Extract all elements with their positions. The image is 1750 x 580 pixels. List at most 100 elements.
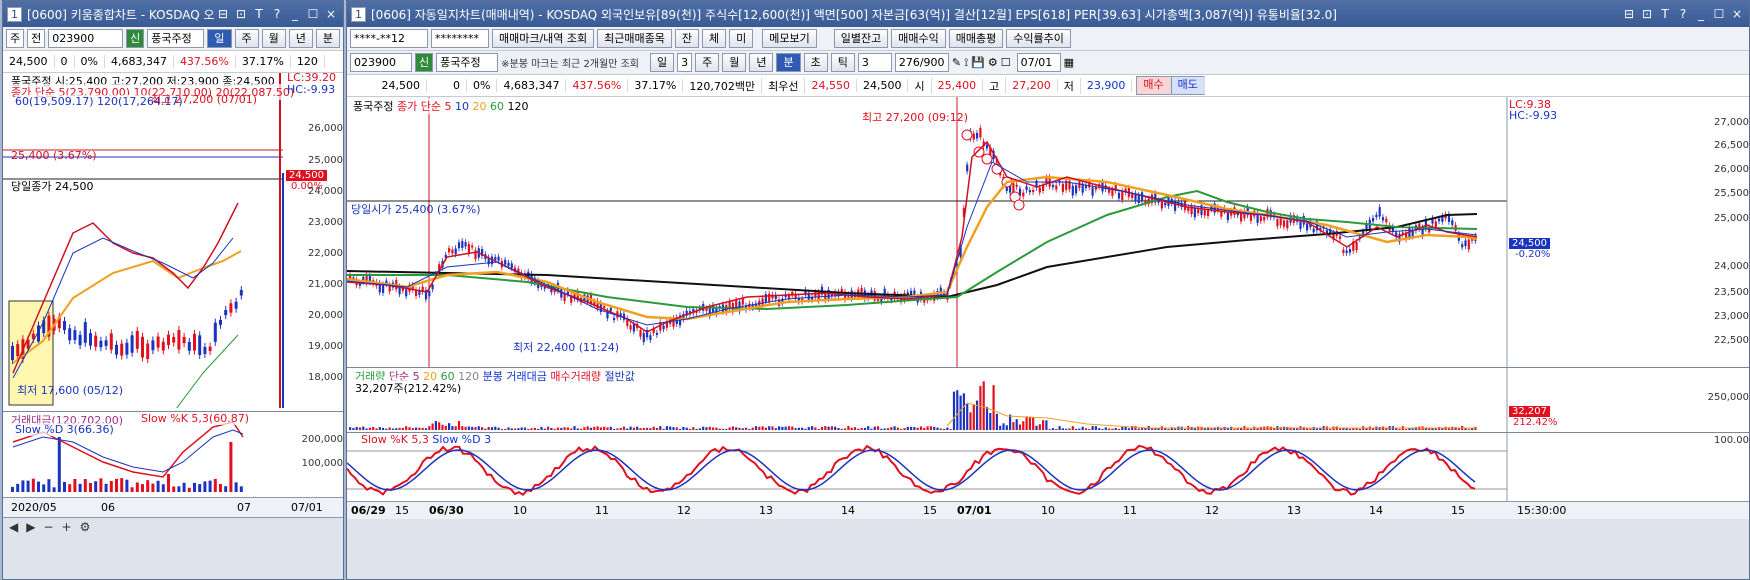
volume-bar <box>850 427 853 430</box>
legend-stock-name: 풍국주정 <box>353 100 394 113</box>
layout-icon[interactable]: ⊟ <box>215 7 231 21</box>
close-icon[interactable]: × <box>1729 7 1745 21</box>
volume-bar <box>853 427 857 430</box>
candle <box>966 161 969 175</box>
unfilled-button[interactable]: 미 <box>729 29 754 48</box>
buy-button[interactable]: 매수 <box>1136 76 1171 95</box>
left-volume-chart[interactable]: 거래대금(120,702,00) Slow %K 5,3(60.87) Slow… <box>3 412 343 497</box>
tool-icons[interactable]: ✎⟟💾⚙☐ <box>952 56 1014 70</box>
settings-icon[interactable]: ⚙ <box>80 520 91 534</box>
volume-bar <box>962 393 965 430</box>
trade-marker[interactable] <box>961 129 973 141</box>
restore-icon[interactable]: ⊡ <box>1639 7 1655 21</box>
volume-bar <box>1065 428 1068 430</box>
right-tf-month-button[interactable]: 월 <box>722 53 747 72</box>
minimize-icon[interactable]: _ <box>1693 7 1709 21</box>
zoom-in-icon[interactable]: + <box>62 520 72 534</box>
filled-button[interactable]: 체 <box>702 29 727 48</box>
candle <box>1117 189 1121 202</box>
candle <box>758 297 761 313</box>
font-icon[interactable]: T <box>1657 7 1673 21</box>
recent-trades-button[interactable]: 최근매매종목 <box>597 29 672 48</box>
help-icon[interactable]: ? <box>1675 7 1691 21</box>
minimize-icon[interactable]: _ <box>287 7 303 21</box>
volume-bar <box>632 427 635 430</box>
help-icon[interactable]: ? <box>269 7 285 21</box>
volume-bar <box>494 426 497 430</box>
volume-bar <box>115 478 118 492</box>
volume-bar <box>566 427 569 430</box>
volume-bar <box>870 428 873 430</box>
right-tf-day-button[interactable]: 일 <box>649 53 675 72</box>
period-select[interactable]: 전 <box>27 29 46 48</box>
right-change-amount: 0 <box>427 79 467 92</box>
profit-trend-button[interactable]: 수익률추이 <box>1006 29 1071 48</box>
daily-balance-button[interactable]: 일별잔고 <box>833 29 889 48</box>
right-price-chart[interactable]: 풍국주정 종가 단순 5 10 20 60 120 최고 27,200 (09:… <box>347 97 1749 367</box>
trade-review-button[interactable]: 매매총평 <box>948 29 1004 48</box>
tf-day-button[interactable]: 일 <box>207 29 232 48</box>
close-icon[interactable]: × <box>323 7 339 21</box>
maximize-icon[interactable]: ☐ <box>1711 7 1727 21</box>
right-tf-tick-button[interactable]: 틱 <box>830 53 855 72</box>
trade-marker[interactable] <box>973 146 985 158</box>
volume-bar <box>553 428 556 430</box>
balance-button[interactable]: 잔 <box>674 29 700 48</box>
volume-bar <box>537 428 540 430</box>
tf-year-button[interactable]: 년 <box>288 29 313 48</box>
password-input[interactable]: ******** <box>431 29 489 48</box>
scroll-left-icon[interactable]: ◀ <box>9 520 18 534</box>
trade-mark-query-button[interactable]: 매매마크/내역 조회 <box>492 29 595 48</box>
right-tf-second-button[interactable]: 초 <box>803 53 828 72</box>
right-stock-code-input[interactable]: 023900 <box>350 53 412 72</box>
scroll-right-icon[interactable]: ▶ <box>26 520 35 534</box>
calendar-icon[interactable]: ▦ <box>1064 56 1074 69</box>
trade-profit-button[interactable]: 매매수익 <box>891 29 946 48</box>
volume-bar <box>655 427 659 430</box>
restore-icon[interactable]: ⊡ <box>233 7 249 21</box>
vol-legend-120: 120 <box>458 370 480 383</box>
market-select[interactable]: 주 <box>6 29 25 48</box>
right-stoch-chart[interactable]: Slow %K 5,3 Slow %D 3 100.00 <box>347 433 1749 501</box>
candle <box>156 332 160 352</box>
stock-code-input[interactable]: 023900 <box>48 29 124 48</box>
left-price-bar: 24,500 0 0% 4,683,347 437.56% 37.17% 120 <box>3 51 343 73</box>
minute-count-select[interactable]: 3 <box>857 53 892 72</box>
volume-bar <box>398 427 401 430</box>
font-icon[interactable]: T <box>251 7 267 21</box>
memo-button[interactable]: 메모보기 <box>762 29 817 48</box>
tf-minute-button[interactable]: 분 <box>315 29 340 48</box>
maximize-icon[interactable]: ☐ <box>305 7 321 21</box>
layout-icon[interactable]: ⊟ <box>1621 7 1637 21</box>
candle <box>646 326 649 341</box>
left-price-chart[interactable]: 풍국주정 시:25,400 고:27,200 저:23,900 종:24,500… <box>3 71 343 408</box>
account-select[interactable]: ****-**12 <box>350 29 428 48</box>
tf-week-button[interactable]: 주 <box>234 29 259 48</box>
trade-marker[interactable] <box>1013 199 1025 211</box>
trade-marker[interactable] <box>981 153 993 165</box>
tf-month-button[interactable]: 월 <box>261 29 286 48</box>
volume-bar <box>1157 428 1160 430</box>
right-tf-year-button[interactable]: 년 <box>749 53 774 72</box>
right-tf-week-button[interactable]: 주 <box>695 53 720 72</box>
volume-bar <box>1405 428 1408 430</box>
candle <box>167 330 170 350</box>
left-toolbar: 주 전 023900 신 풍국주정 일 주 월 년 분 <box>3 27 343 51</box>
volume-bar <box>913 427 916 430</box>
volume-bar <box>239 486 243 492</box>
volume-bar <box>1127 428 1130 430</box>
date-input[interactable]: 07/01 <box>1016 53 1061 72</box>
volume-bar <box>665 426 668 430</box>
right-tf-minute-button[interactable]: 분 <box>776 53 801 72</box>
volume-bar <box>1098 428 1101 430</box>
volume-bar <box>886 428 890 430</box>
volume-bar <box>504 428 507 430</box>
right-ytick: 26,500 <box>1714 140 1749 151</box>
day-count-select[interactable]: 3 <box>677 53 693 72</box>
left-ytick: 24,000 <box>308 186 343 197</box>
right-volume-chart[interactable]: 거래량 단순 5 20 60 120 분봉 거래대금 매수거래량 절반값 32,… <box>347 368 1749 432</box>
volume-bar <box>362 426 365 430</box>
left-ytick: 26,000 <box>308 123 343 134</box>
sell-button[interactable]: 매도 <box>1170 76 1205 95</box>
zoom-out-icon[interactable]: − <box>43 520 53 534</box>
